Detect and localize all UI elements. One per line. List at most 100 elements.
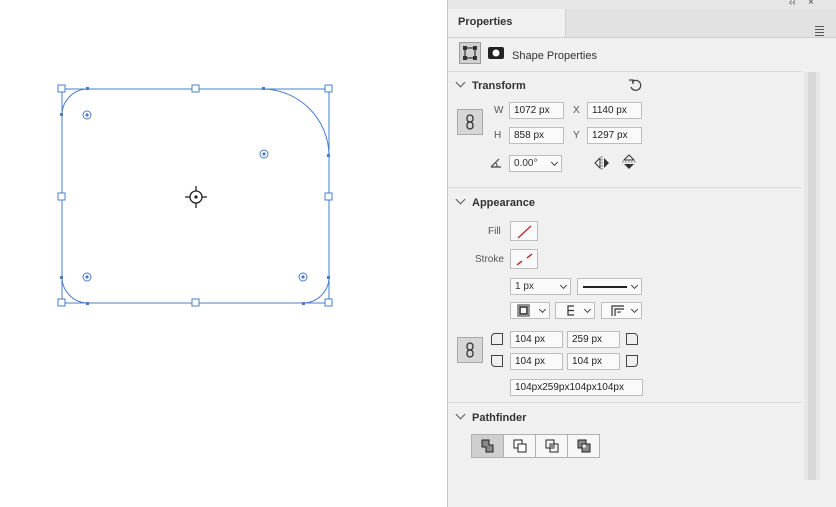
anchor-point bbox=[262, 87, 265, 90]
corner-top-right-icon bbox=[626, 333, 638, 345]
pathfinder-buttons bbox=[471, 434, 600, 458]
handle-middle-left bbox=[57, 192, 66, 201]
x-position-field[interactable]: 1140 px bbox=[587, 102, 642, 119]
panel-menu-icon[interactable] bbox=[815, 26, 824, 38]
stroke-label: Stroke bbox=[475, 254, 504, 265]
divider bbox=[448, 402, 802, 403]
anchor-point bbox=[60, 276, 63, 279]
rotation-angle-icon bbox=[490, 158, 501, 168]
chevron-down-icon bbox=[630, 281, 639, 290]
width-field[interactable]: 1072 px bbox=[509, 102, 564, 119]
anchor-point bbox=[60, 113, 63, 116]
pathfinder-section-header[interactable]: Pathfinder bbox=[455, 409, 526, 424]
link-icon bbox=[466, 342, 474, 358]
x-label: X bbox=[573, 105, 580, 116]
handle-bottom-right bbox=[324, 298, 333, 307]
height-field[interactable]: 858 px bbox=[509, 127, 564, 144]
anchor-point bbox=[302, 302, 305, 305]
anchor-point bbox=[86, 87, 89, 90]
fill-shape-button[interactable] bbox=[485, 42, 507, 64]
fill-swatch[interactable] bbox=[510, 221, 538, 241]
panel-top-strip: ‹‹ × bbox=[448, 0, 836, 9]
corner-radius-top-left-field[interactable]: 104 px bbox=[510, 331, 563, 348]
stroke-align-icon bbox=[517, 304, 530, 317]
chevron-down-icon bbox=[559, 281, 568, 290]
handle-top-center bbox=[191, 84, 200, 93]
no-stroke-icon bbox=[516, 253, 533, 266]
pathfinder-intersect-button[interactable] bbox=[535, 434, 568, 458]
minus-front-icon bbox=[513, 439, 527, 453]
shape-properties-button[interactable] bbox=[459, 42, 481, 64]
exclude-icon bbox=[577, 439, 591, 453]
shape-properties-label: Shape Properties bbox=[512, 50, 597, 62]
scrollbar-track[interactable] bbox=[808, 72, 816, 480]
handle-middle-right bbox=[324, 192, 333, 201]
pathfinder-minus-front-button[interactable] bbox=[503, 434, 536, 458]
rotation-dropdown[interactable]: 0.00° bbox=[509, 155, 562, 172]
width-label: W bbox=[494, 105, 504, 116]
pathfinder-exclude-button[interactable] bbox=[567, 434, 600, 458]
stroke-join-dropdown[interactable] bbox=[601, 302, 642, 319]
selected-shape[interactable] bbox=[0, 0, 447, 507]
anchor-point bbox=[327, 276, 330, 279]
chevron-down-icon bbox=[455, 194, 466, 205]
corner-radius-bottom-left-field[interactable]: 104 px bbox=[510, 353, 563, 370]
stroke-swatch[interactable] bbox=[510, 249, 538, 269]
chevron-down-icon bbox=[538, 305, 547, 314]
corner-radius-bottom-right-field[interactable]: 104 px bbox=[567, 353, 620, 370]
stroke-cap-icon bbox=[567, 305, 574, 316]
transform-section-header[interactable]: Transform bbox=[455, 77, 526, 92]
anchor-point bbox=[327, 154, 330, 157]
pathfinder-unite-button[interactable] bbox=[471, 434, 504, 458]
height-label: H bbox=[494, 130, 502, 141]
corner-radius-summary-field[interactable]: 104px259px104px104px bbox=[510, 379, 643, 396]
chevron-down-icon bbox=[455, 409, 466, 420]
center-point-icon bbox=[185, 186, 207, 208]
resize-handles bbox=[57, 84, 333, 307]
collapse-panel-icon[interactable]: ‹‹ bbox=[789, 0, 796, 8]
corner-bottom-right-icon bbox=[626, 355, 638, 367]
stroke-width-dropdown[interactable]: 1 px bbox=[510, 278, 571, 295]
corner-radius-top-right-field[interactable]: 259 px bbox=[567, 331, 620, 348]
intersect-icon bbox=[545, 439, 559, 453]
corner-bottom-left-icon bbox=[491, 355, 503, 367]
divider bbox=[448, 187, 802, 188]
appearance-section-header[interactable]: Appearance bbox=[455, 194, 535, 209]
no-fill-icon bbox=[517, 225, 532, 239]
properties-panel: ‹‹ × Properties Shape Properties Transfo… bbox=[447, 0, 836, 507]
link-icon bbox=[466, 114, 474, 130]
handle-bottom-center bbox=[191, 298, 200, 307]
stroke-cap-dropdown[interactable] bbox=[555, 302, 595, 319]
stroke-join-icon bbox=[611, 305, 624, 316]
reset-transform-icon[interactable] bbox=[628, 78, 642, 92]
shape-type-bar: Shape Properties bbox=[448, 38, 820, 71]
chevron-down-icon bbox=[583, 305, 592, 314]
appearance-title: Appearance bbox=[472, 197, 535, 209]
divider bbox=[448, 71, 802, 72]
panel-tab-bar: Properties bbox=[448, 9, 836, 38]
handle-bottom-left bbox=[57, 298, 66, 307]
shape-bounds-icon bbox=[463, 46, 477, 60]
chevron-down-icon bbox=[550, 158, 559, 167]
stroke-align-dropdown[interactable] bbox=[510, 302, 550, 319]
flip-horizontal-icon[interactable] bbox=[593, 155, 611, 171]
tab-properties[interactable]: Properties bbox=[448, 9, 566, 37]
anchor-point bbox=[86, 302, 89, 305]
close-panel-icon[interactable]: × bbox=[808, 0, 814, 8]
handle-top-left bbox=[57, 84, 66, 93]
y-label: Y bbox=[573, 130, 580, 141]
rotation-value: 0.00° bbox=[514, 158, 538, 169]
tab-properties-label: Properties bbox=[458, 16, 513, 28]
flip-vertical-icon[interactable] bbox=[621, 153, 637, 171]
y-position-field[interactable]: 1297 px bbox=[587, 127, 642, 144]
stroke-width-value: 1 px bbox=[515, 281, 534, 292]
corner-top-left-icon bbox=[491, 333, 503, 345]
panel-scrollbar[interactable] bbox=[804, 72, 820, 480]
stroke-style-dropdown[interactable] bbox=[577, 278, 642, 295]
chevron-down-icon bbox=[455, 77, 466, 88]
constrain-proportions-button[interactable] bbox=[457, 109, 483, 135]
artboard-canvas[interactable] bbox=[0, 0, 447, 507]
unite-icon bbox=[481, 439, 494, 453]
link-corners-button[interactable] bbox=[457, 337, 483, 363]
filled-shape-icon bbox=[488, 47, 504, 59]
